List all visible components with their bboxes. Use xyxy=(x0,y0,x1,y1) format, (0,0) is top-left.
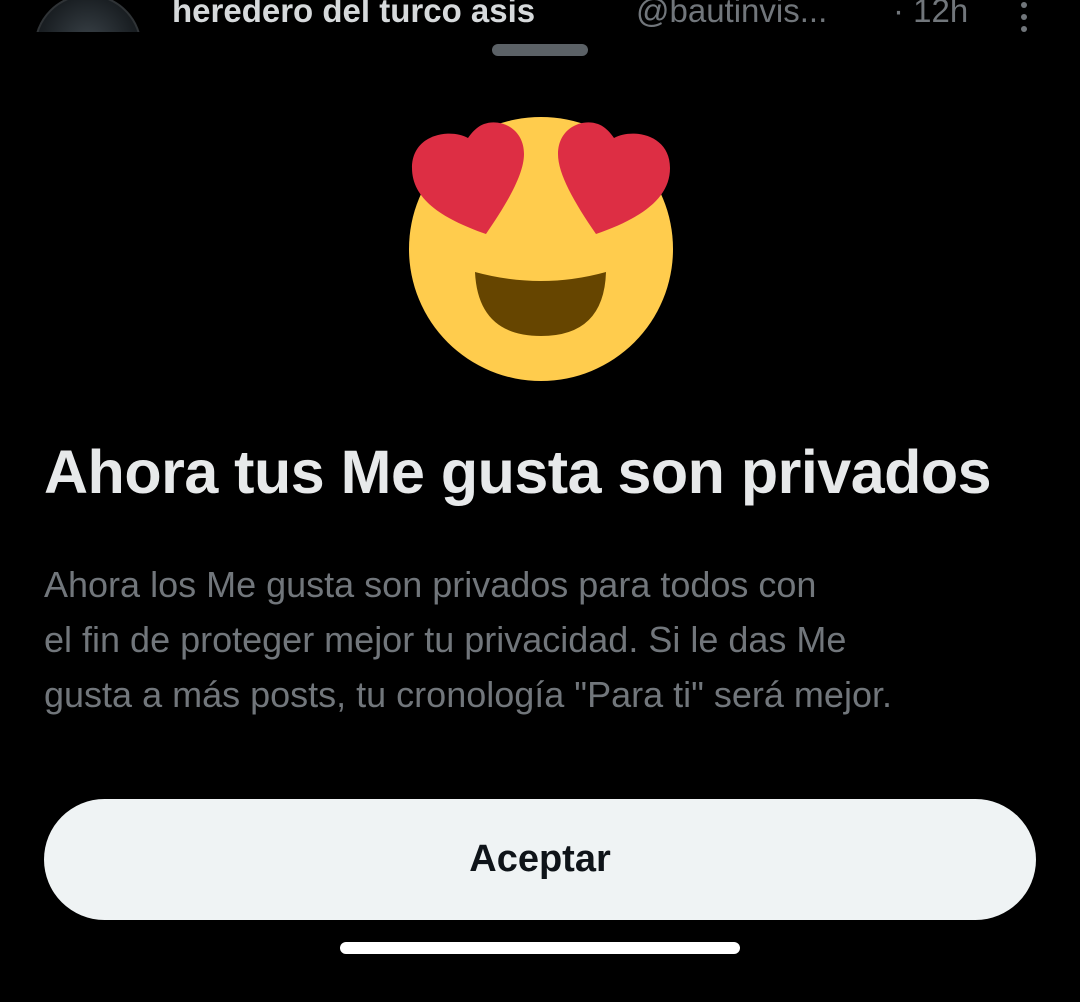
tweet-author-handle[interactable]: @bautinvis... xyxy=(636,0,827,30)
tweet-author-name[interactable]: heredero del turco asis xyxy=(172,0,535,30)
accept-button[interactable]: Aceptar xyxy=(44,799,1036,920)
description-line: el fin de proteger mejor tu privacidad. … xyxy=(44,619,847,660)
description-line: gusta a más posts, tu cronología "Para t… xyxy=(44,674,892,715)
tweet-timestamp: · 12h xyxy=(893,0,969,29)
smiling-face-with-heart-eyes-icon xyxy=(408,114,674,382)
sheet-title: Ahora tus Me gusta son privados xyxy=(44,438,992,506)
likes-private-sheet: Ahora tus Me gusta son privados Ahora lo… xyxy=(0,32,1080,1002)
sheet-description: Ahora los Me gusta son privados para tod… xyxy=(44,557,1044,722)
home-indicator[interactable] xyxy=(340,942,740,954)
sheet-drag-handle[interactable] xyxy=(492,44,588,56)
description-line: Ahora los Me gusta son privados para tod… xyxy=(44,564,817,605)
